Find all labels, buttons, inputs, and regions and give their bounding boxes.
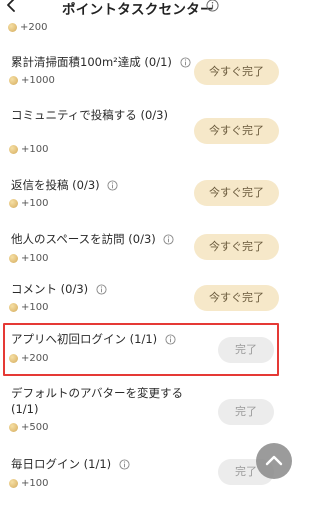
complete-now-button[interactable]: 今すぐ完了 <box>194 118 279 144</box>
task-item: 返信を投稿 (0/3) +100 今すぐ完了 <box>0 171 294 227</box>
task-reward: +100 <box>9 478 48 489</box>
header: ポイントタスクセンター <box>0 0 294 22</box>
highlight-box <box>3 323 279 376</box>
coin-icon <box>9 478 18 488</box>
coin-icon <box>9 253 18 263</box>
complete-now-button[interactable]: 今すぐ完了 <box>194 285 279 311</box>
task-title: コメント (0/3) <box>11 281 107 297</box>
info-icon[interactable] <box>206 0 219 12</box>
task-item: 累計清掃面積100m²達成 (0/1) +1000 今すぐ完了 <box>0 50 294 106</box>
task-item: デフォルトのアバターを変更する (1/1) +500 完了 <box>0 382 294 438</box>
task-reward: +100 <box>9 198 48 209</box>
task-title: 返信を投稿 (0/3) <box>11 177 118 193</box>
coin-icon <box>9 422 18 432</box>
chevron-left-icon[interactable] <box>4 0 20 13</box>
chevron-up-icon <box>265 455 283 466</box>
coin-icon <box>9 75 18 85</box>
task-reward: +100 <box>9 302 48 313</box>
complete-now-button[interactable]: 今すぐ完了 <box>194 59 279 85</box>
page-title: ポイントタスクセンター <box>62 2 214 18</box>
coin-icon <box>8 22 17 32</box>
complete-now-button[interactable]: 今すぐ完了 <box>194 180 279 206</box>
info-icon[interactable] <box>119 459 130 470</box>
scroll-to-top-button[interactable] <box>256 443 292 479</box>
coin-icon <box>9 198 18 208</box>
complete-now-button[interactable]: 今すぐ完了 <box>194 234 279 260</box>
task-reward: +500 <box>9 422 48 433</box>
task-title: 他人のスペースを訪問 (0/3) <box>11 231 174 247</box>
info-icon[interactable] <box>96 284 107 295</box>
completed-button[interactable]: 完了 <box>218 399 274 425</box>
task-item: 他人のスペースを訪問 (0/3) +100 今すぐ完了 <box>0 226 294 282</box>
task-title: 累計清掃面積100m²達成 (0/1) <box>11 54 191 70</box>
task-reward: +200 <box>8 22 47 33</box>
task-title: デフォルトのアバターを変更する (1/1) <box>11 386 184 416</box>
coin-icon <box>9 302 18 312</box>
task-item: コミュニティで投稿する (0/3) +100 今すぐ完了 <box>0 104 294 160</box>
info-icon[interactable] <box>107 180 118 191</box>
coin-icon <box>9 144 18 154</box>
task-reward: +100 <box>9 253 48 264</box>
task-reward: +100 <box>9 144 48 155</box>
info-icon[interactable] <box>180 57 191 68</box>
info-icon[interactable] <box>163 234 174 245</box>
task-reward: +1000 <box>9 75 55 86</box>
task-title: 毎日ログイン (1/1) <box>11 456 130 472</box>
task-title: コミュニティで投稿する (0/3) <box>11 108 168 122</box>
